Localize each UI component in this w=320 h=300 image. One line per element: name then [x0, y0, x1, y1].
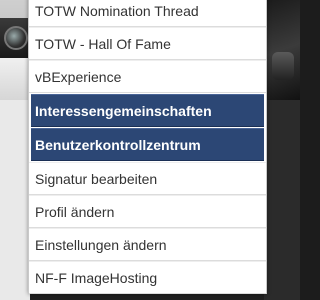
photo-background — [0, 100, 30, 300]
photo-background — [264, 100, 300, 300]
menu-item-interessengemeinschaften[interactable]: Interessengemeinschaften — [31, 94, 264, 127]
page: TOTW Nomination Thread TOTW - Hall Of Fa… — [0, 0, 300, 300]
menu-item-totw-nomination-thread[interactable]: TOTW Nomination Thread — [29, 0, 266, 27]
background-photo-left — [0, 0, 30, 300]
menu-item-benutzerkontrollzentrum[interactable]: Benutzerkontrollzentrum — [31, 128, 264, 161]
menu-item-totw-hall-of-fame[interactable]: TOTW - Hall Of Fame — [29, 27, 266, 60]
photo-object — [272, 52, 294, 80]
photo-dark-area — [264, 0, 300, 100]
dropdown-menu: TOTW Nomination Thread TOTW - Hall Of Fa… — [28, 0, 267, 294]
menu-item-signatur-bearbeiten[interactable]: Signatur bearbeiten — [29, 162, 266, 195]
camera-lens-image — [4, 26, 28, 50]
menu-item-vbexperience[interactable]: vBExperience — [29, 60, 266, 93]
background-photo-right — [264, 0, 300, 300]
photo-strip — [0, 58, 30, 100]
menu-item-einstellungen-aendern[interactable]: Einstellungen ändern — [29, 228, 266, 261]
menu-item-nf-f-imagehosting[interactable]: NF-F ImageHosting — [29, 261, 266, 294]
menu-item-profil-aendern[interactable]: Profil ändern — [29, 195, 266, 228]
